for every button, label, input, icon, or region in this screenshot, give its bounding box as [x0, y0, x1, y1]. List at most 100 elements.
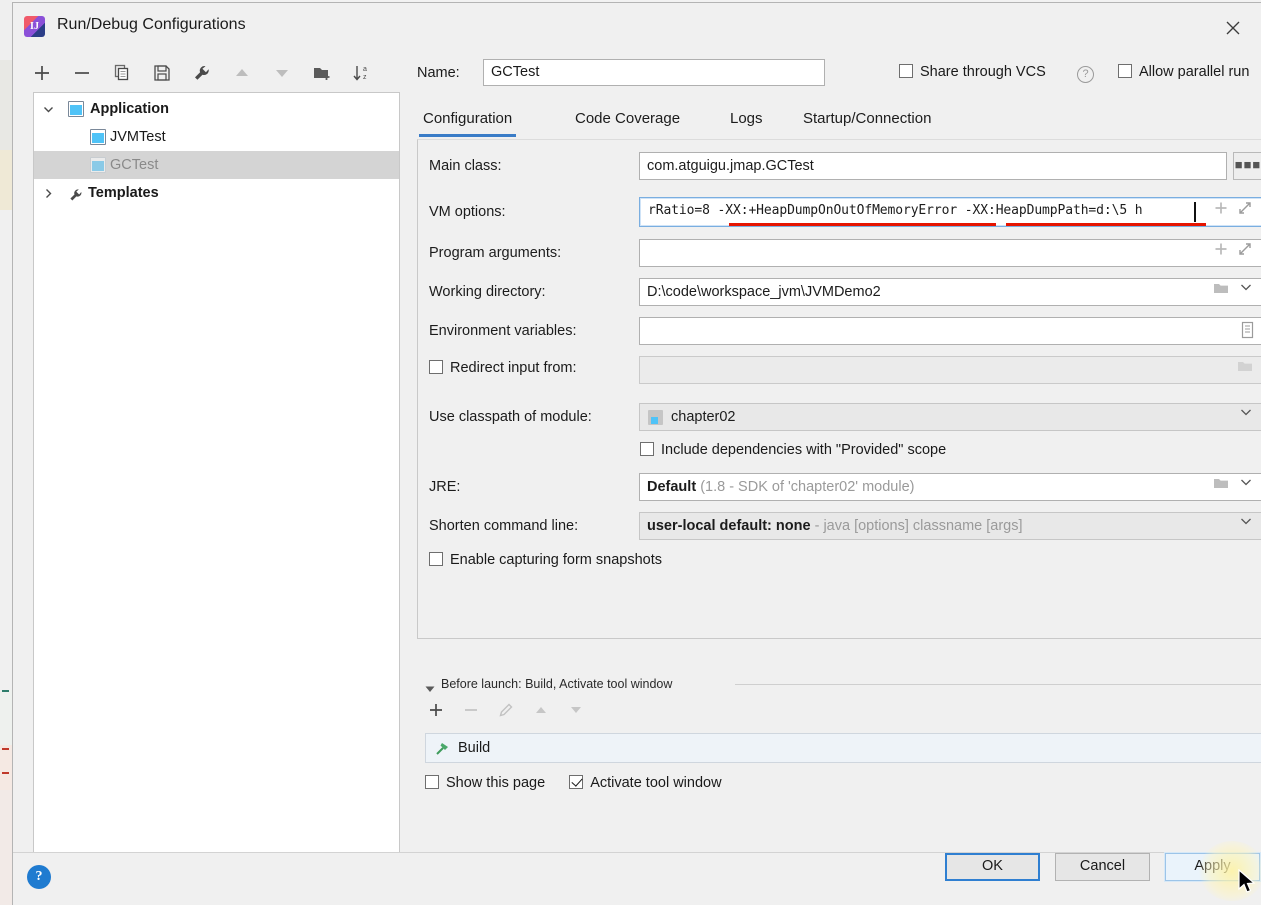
tab-startup-connection[interactable]: Startup/Connection — [799, 105, 935, 137]
checkbox-box — [640, 442, 654, 456]
checkbox-box — [1118, 64, 1132, 78]
tree-node-label: GCTest — [110, 157, 159, 173]
checkbox-box — [425, 775, 439, 789]
vm-options-error-underline — [1006, 223, 1206, 226]
tree-node-templates[interactable]: Templates — [34, 179, 399, 207]
move-up-button[interactable] — [229, 59, 255, 87]
tree-node-label: Templates — [88, 185, 159, 201]
redirect-input-checkbox[interactable]: Redirect input from: — [429, 360, 577, 376]
share-through-vcs-label: Share through VCS — [920, 64, 1046, 80]
main-class-input[interactable]: com.atguigu.jmap.GCTest — [639, 152, 1227, 180]
move-task-up-button[interactable] — [532, 701, 558, 725]
enable-form-snapshots-checkbox[interactable]: Enable capturing form snapshots — [429, 552, 662, 568]
tree-node-jvmtest[interactable]: JVMTest — [34, 123, 399, 151]
apply-button[interactable]: Apply — [1165, 853, 1260, 881]
include-provided-label: Include dependencies with "Provided" sco… — [661, 442, 947, 458]
environment-variables-label: Environment variables: — [429, 323, 577, 339]
folder-icon[interactable] — [1212, 474, 1234, 500]
shorten-command-line-row: Shorten command line: user-local default… — [418, 512, 1261, 540]
checkbox-box — [429, 552, 443, 566]
tab-logs[interactable]: Logs — [726, 105, 767, 137]
browse-main-class-button[interactable]: ■■■ — [1233, 152, 1261, 180]
jre-combo[interactable]: Default (1.8 - SDK of 'chapter02' module… — [639, 473, 1261, 501]
include-provided-checkbox[interactable]: Include dependencies with "Provided" sco… — [640, 442, 946, 458]
remove-configuration-button[interactable] — [69, 59, 95, 87]
include-provided-row: Include dependencies with "Provided" sco… — [418, 442, 1261, 466]
copy-configuration-button[interactable] — [109, 59, 135, 87]
shorten-command-line-hint: - java [options] classname [args] — [814, 518, 1023, 534]
chevron-right-icon[interactable] — [39, 179, 57, 207]
sort-configurations-button[interactable]: a z — [349, 59, 375, 87]
edit-templates-button[interactable] — [189, 59, 215, 87]
wrench-icon — [68, 185, 84, 201]
triangle-down-icon[interactable] — [425, 681, 435, 697]
section-divider — [735, 684, 1261, 685]
chevron-down-icon[interactable] — [1238, 279, 1260, 305]
allow-parallel-run-checkbox[interactable]: Allow parallel run — [1118, 64, 1249, 84]
tree-node-label: Application — [90, 101, 169, 117]
chevron-down-icon[interactable] — [1238, 404, 1260, 430]
share-through-vcs-checkbox[interactable]: Share through VCS — [899, 64, 1046, 84]
working-directory-value: D:\code\workspace_jvm\JVMDemo2 — [647, 284, 881, 300]
folder-icon[interactable] — [1212, 279, 1234, 305]
use-classpath-combo[interactable]: chapter02 — [639, 403, 1261, 431]
ide-editor-strip — [0, 0, 12, 905]
add-configuration-button[interactable] — [29, 59, 55, 87]
move-down-button[interactable] — [269, 59, 295, 87]
working-directory-input[interactable]: D:\code\workspace_jvm\JVMDemo2 — [639, 278, 1261, 306]
save-configuration-button[interactable] — [149, 59, 175, 87]
before-launch-task-list[interactable]: Build — [425, 733, 1261, 763]
shorten-command-line-combo[interactable]: user-local default: none - java [options… — [639, 512, 1261, 540]
redirect-input-row: Redirect input from: — [418, 356, 1261, 384]
move-task-down-button[interactable] — [567, 701, 593, 725]
configurations-tree[interactable]: Application JVMTest GCTest Templates — [33, 92, 400, 853]
help-circle-icon[interactable]: ? — [27, 865, 51, 889]
chevron-down-icon[interactable] — [39, 95, 57, 123]
name-label: Name: — [417, 65, 460, 81]
enable-form-snapshots-label: Enable capturing form snapshots — [450, 552, 662, 568]
redirect-input-field[interactable] — [639, 356, 1261, 384]
chevron-down-icon[interactable] — [1238, 513, 1260, 539]
vm-options-error-underline — [729, 223, 996, 226]
insert-macro-icon[interactable] — [1212, 199, 1234, 225]
ok-button[interactable]: OK — [945, 853, 1040, 881]
main-class-label: Main class: — [429, 158, 502, 174]
cancel-button[interactable]: Cancel — [1055, 853, 1150, 881]
application-icon — [68, 101, 84, 117]
add-task-button[interactable] — [427, 701, 453, 725]
working-directory-label: Working directory: — [429, 284, 546, 300]
expand-icon[interactable] — [1236, 199, 1258, 225]
allow-parallel-run-label: Allow parallel run — [1139, 64, 1250, 80]
tree-node-gctest[interactable]: GCTest — [34, 151, 399, 179]
tab-configuration[interactable]: Configuration — [419, 105, 517, 137]
vm-options-value: rRatio=8 -XX:+HeapDumpOnOutOfMemoryError… — [648, 203, 1143, 218]
question-mark-icon[interactable]: ? — [1077, 66, 1094, 83]
configurations-toolbar: a z — [25, 59, 400, 91]
vm-options-input[interactable]: rRatio=8 -XX:+HeapDumpOnOutOfMemoryError… — [639, 197, 1261, 227]
edit-task-button[interactable] — [497, 701, 523, 725]
application-icon — [90, 157, 106, 173]
show-this-page-checkbox[interactable]: Show this page — [425, 775, 545, 791]
list-icon[interactable] — [1238, 320, 1260, 346]
intellij-idea-icon: IJ — [24, 16, 45, 37]
tab-code-coverage[interactable]: Code Coverage — [571, 105, 684, 137]
program-arguments-input[interactable] — [639, 239, 1261, 267]
enable-form-snapshots-row: Enable capturing form snapshots — [418, 552, 1261, 576]
tree-node-application[interactable]: Application — [34, 95, 399, 123]
new-folder-button[interactable] — [309, 59, 335, 87]
folder-icon[interactable] — [1236, 357, 1258, 383]
insert-macro-icon[interactable] — [1212, 240, 1234, 266]
expand-icon[interactable] — [1236, 240, 1258, 266]
task-label: Build — [458, 740, 491, 756]
configuration-tabs: Configuration Code Coverage Logs Startup… — [411, 105, 1261, 139]
module-icon — [648, 410, 663, 425]
checkbox-box — [899, 64, 913, 78]
chevron-down-icon[interactable] — [1238, 474, 1260, 500]
show-this-page-label: Show this page — [446, 775, 546, 791]
dialog-title: Run/Debug Configurations — [57, 16, 246, 33]
name-input[interactable]: GCTest — [483, 59, 825, 86]
environment-variables-input[interactable] — [639, 317, 1261, 345]
remove-task-button[interactable] — [462, 701, 488, 725]
close-icon[interactable] — [1210, 9, 1256, 45]
activate-tool-window-checkbox[interactable]: Activate tool window — [569, 775, 722, 791]
